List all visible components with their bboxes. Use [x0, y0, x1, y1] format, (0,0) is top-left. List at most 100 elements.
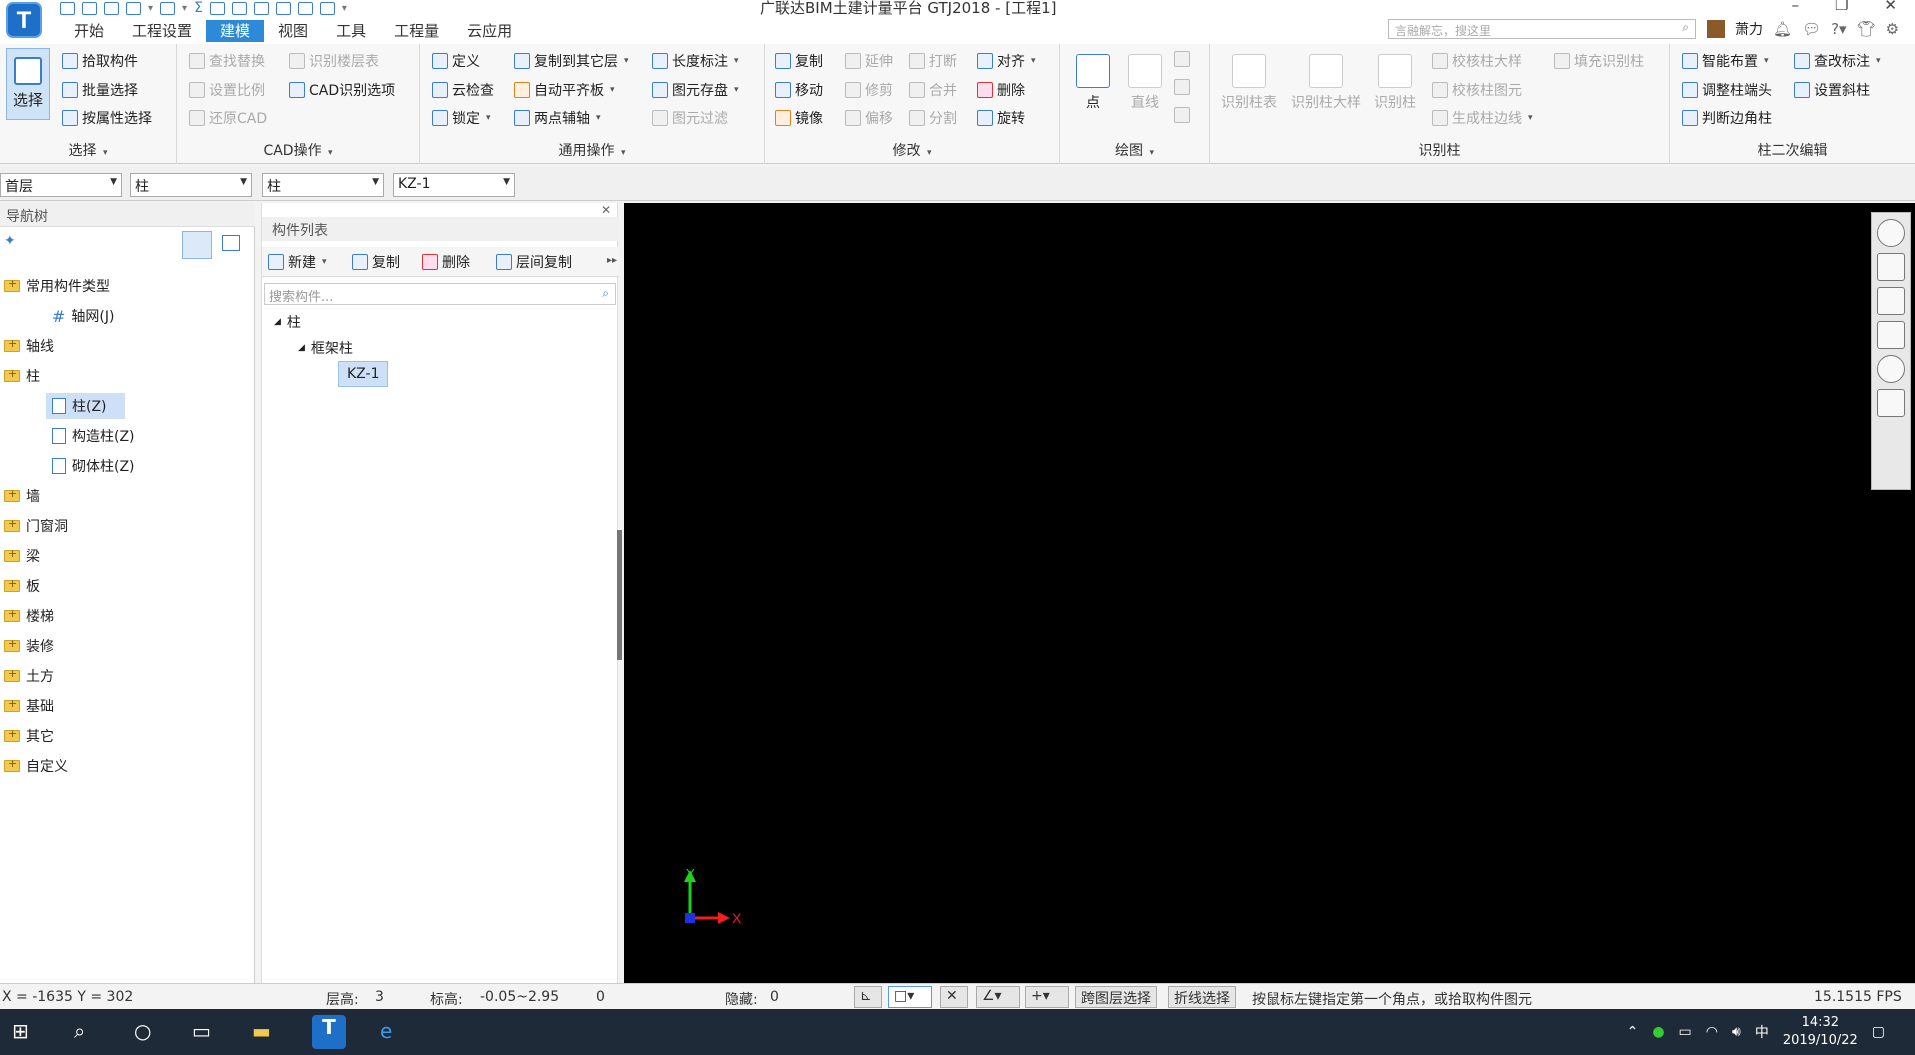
split-button[interactable]: 分割 [909, 107, 957, 129]
tree-column[interactable]: 柱 [4, 363, 40, 389]
help-search-input[interactable]: 言融解忘，搜这里 ⌕ [1388, 19, 1696, 39]
lock-button[interactable]: 锁定 ▾ [432, 107, 491, 129]
user-name[interactable]: 萧力 [1735, 19, 1763, 39]
tab-quantities[interactable]: 工程量 [380, 20, 453, 42]
tree-beam[interactable]: 梁 [4, 543, 40, 569]
tree-axis-grid[interactable]: # 轴网(J) [52, 303, 114, 329]
recognize-column-table-button[interactable]: 识别柱表 [1216, 48, 1282, 112]
battery-icon[interactable]: ▭ [1679, 1024, 1692, 1040]
tree-other[interactable]: 其它 [4, 723, 54, 749]
element-store-button[interactable]: 图元存盘 ▾ [652, 79, 739, 101]
help-icon[interactable]: ?▾ [1831, 20, 1847, 38]
view-icon[interactable] [231, 1, 247, 15]
panel-splitter[interactable] [617, 530, 622, 660]
new-file-icon[interactable] [60, 1, 75, 15]
corner-column-button[interactable]: 判断边角柱 [1682, 107, 1772, 129]
component-search-input[interactable]: 搜索构件... ⌕ [264, 283, 616, 305]
close-icon[interactable]: ✕ [601, 203, 611, 217]
clock[interactable]: 14:32 2019/10/22 [1783, 1014, 1858, 1050]
customize-qat-icon[interactable]: ▾ [342, 3, 347, 14]
pick-component-button[interactable]: 拾取构件 [62, 50, 138, 72]
delete-component-button[interactable]: 删除 [422, 251, 470, 273]
component-select[interactable]: KZ-1 ▼ [393, 173, 515, 197]
tree-openings[interactable]: 门窗洞 [4, 513, 68, 539]
collapse-icon[interactable]: ◢ [298, 343, 305, 353]
arc-button[interactable] [1174, 48, 1190, 70]
refresh-icon[interactable] [1877, 355, 1905, 383]
shirt-icon[interactable]: 👕︎ [1857, 20, 1876, 38]
break-button[interactable]: 打断 [909, 50, 957, 72]
floor-select[interactable]: 首层 ▼ [0, 173, 122, 197]
tree-view-toggle[interactable] [182, 231, 212, 259]
copy-button[interactable]: 复制 [775, 50, 823, 72]
tree-earthwork[interactable]: 土方 [4, 663, 54, 689]
recognize-floors-button[interactable]: 识别楼层表 [289, 50, 379, 72]
tree-stairs[interactable]: 楼梯 [4, 603, 54, 629]
smart-layout-button[interactable]: 智能布置 ▾ [1682, 50, 1769, 72]
delete-button[interactable]: 删除 [977, 79, 1025, 101]
element-filter-button[interactable]: 图元过滤 [652, 107, 728, 129]
group-draw-label[interactable]: 绘图 ▾ [1060, 140, 1209, 160]
mirror-button[interactable]: 镜像 [775, 107, 823, 129]
sum-icon[interactable]: Σ [194, 0, 203, 16]
offset-point-button[interactable]: +▾ [1025, 986, 1069, 1008]
cad-options-button[interactable]: CAD识别选项 [289, 79, 395, 101]
fill-recognize-button[interactable]: 填充识别柱 [1554, 50, 1644, 72]
new-component-button[interactable]: 新建 ▾ [268, 251, 327, 273]
3d-view-icon[interactable] [1877, 253, 1905, 281]
copy-component-button[interactable]: 复制 [352, 251, 400, 273]
recognize-column-button[interactable]: 识别柱 [1370, 48, 1420, 112]
move-button[interactable]: 移动 [775, 79, 823, 101]
two-point-axis-button[interactable]: 两点辅轴 ▾ [514, 107, 601, 129]
avatar[interactable] [1707, 20, 1725, 38]
polyline-select-button[interactable]: 折线选择 [1168, 986, 1236, 1008]
draw-point-button[interactable]: 点 [1068, 48, 1118, 112]
define-button[interactable]: 定义 [432, 50, 480, 72]
check-detail-button[interactable]: 校核柱大样 [1432, 50, 1522, 72]
rotate-button[interactable]: 旋转 [977, 107, 1025, 129]
restore-button[interactable]: ❐ [1835, 0, 1848, 14]
recognize-detail-button[interactable]: 识别柱大样 [1286, 48, 1366, 112]
export-icon[interactable] [319, 1, 335, 15]
subtype-select[interactable]: 柱 ▼ [262, 173, 384, 197]
tab-view[interactable]: 视图 [264, 20, 322, 42]
draw-line-button[interactable]: 直线 [1120, 48, 1170, 112]
wifi-icon[interactable]: ◠ [1706, 1024, 1718, 1040]
chat-icon[interactable]: 💬︎ [1802, 20, 1821, 38]
restore-cad-button[interactable]: 还原CAD [189, 107, 267, 129]
open-file-icon[interactable] [82, 1, 97, 15]
group-modify-label[interactable]: 修改 ▾ [765, 140, 1059, 160]
gtj-app-icon[interactable]: T [312, 1015, 346, 1049]
offset-button[interactable]: 偏移 [845, 107, 893, 129]
group-cad-label[interactable]: CAD操作 ▾ [177, 140, 419, 160]
batch-select-button[interactable]: 批量选择 [62, 79, 138, 101]
edit-icon[interactable] [275, 1, 291, 15]
check-column-button[interactable]: 校核柱图元 [1432, 79, 1522, 101]
select-by-property-button[interactable]: 按属性选择 [62, 107, 152, 129]
ime-indicator[interactable]: 中 [1755, 1022, 1769, 1042]
redo-icon[interactable] [160, 1, 176, 15]
copy-to-layer-button[interactable]: 复制到其它层 ▾ [514, 50, 629, 72]
ortho-snap-button[interactable]: ⊾ [854, 986, 882, 1008]
bell-icon[interactable]: 🔔︎ [1773, 20, 1792, 38]
length-dimension-button[interactable]: 长度标注 ▾ [652, 50, 739, 72]
adjust-endcap-button[interactable]: 调整柱端头 [1682, 79, 1772, 101]
tree-slab[interactable]: 板 [4, 573, 40, 599]
tab-modeling[interactable]: 建模 [206, 20, 265, 42]
angle-button[interactable]: ∠▾ [976, 986, 1020, 1008]
cortana-icon[interactable]: ○ [134, 1019, 151, 1043]
tree-foundation[interactable]: 基础 [4, 693, 54, 719]
comp-tree-kz1[interactable]: KZ-1 [338, 361, 389, 387]
tree-common-types[interactable]: 常用构件类型 [4, 273, 110, 299]
tree-custom[interactable]: 自定义 [4, 753, 68, 779]
box-view-icon[interactable] [1877, 321, 1905, 349]
object-snap-button[interactable]: □▾ [888, 986, 932, 1008]
merge-button[interactable]: 合并 [909, 79, 957, 101]
tree-masonry-column[interactable]: 砌体柱(Z) [52, 453, 135, 479]
collapse-icon[interactable]: ◢ [274, 317, 281, 327]
type-select[interactable]: 柱 ▼ [130, 173, 252, 197]
undo-dropdown-icon[interactable]: ▾ [148, 3, 153, 14]
search-icon[interactable]: ⌕ [74, 1019, 85, 1043]
close-button[interactable]: ✕ [1884, 0, 1897, 14]
add-sparkle-icon[interactable]: ✦ [4, 233, 16, 249]
